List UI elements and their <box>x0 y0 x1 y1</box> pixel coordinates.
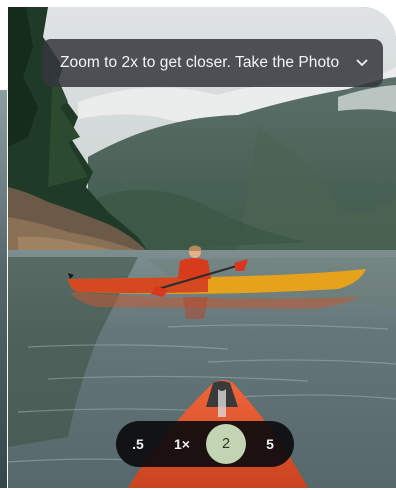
zoom-selector: .5 1× 2 5 <box>116 421 294 467</box>
zoom-option-1x[interactable]: 1× <box>162 424 202 464</box>
zoom-option-2x-selected[interactable]: 2 <box>206 424 246 464</box>
previous-photo-edge[interactable] <box>0 90 7 488</box>
zoom-option-5x[interactable]: 5 <box>250 424 290 464</box>
zoom-option-0-5x[interactable]: .5 <box>118 424 158 464</box>
tip-text: Zoom to 2x to get closer. Take the Photo <box>60 54 340 71</box>
camera-viewfinder[interactable]: Zoom to 2x to get closer. Take the Photo <box>8 7 396 488</box>
zoom-tip-banner[interactable]: Zoom to 2x to get closer. Take the Photo <box>42 39 383 87</box>
chevron-down-icon[interactable] <box>353 54 371 72</box>
